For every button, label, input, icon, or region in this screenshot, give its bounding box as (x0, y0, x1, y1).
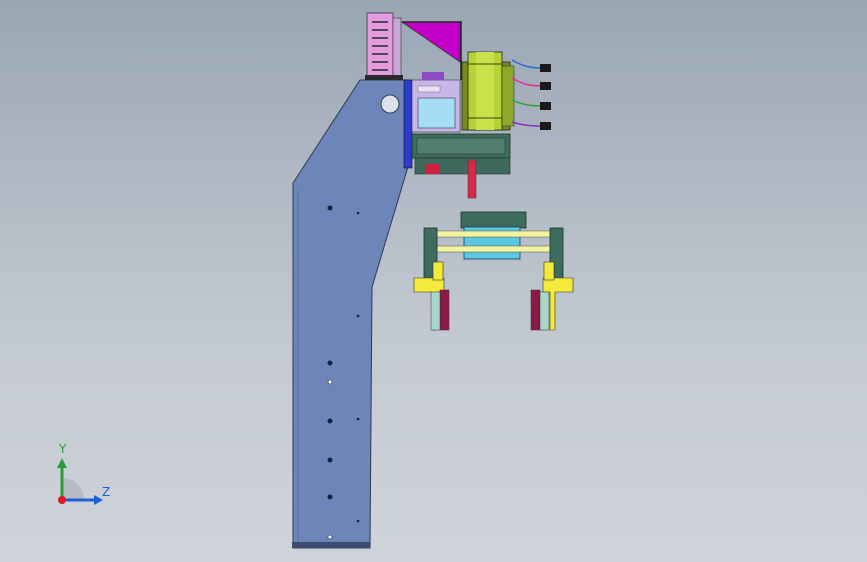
mount-plate (411, 133, 511, 199)
fan-housing (365, 12, 403, 80)
magenta-bracket (400, 21, 462, 80)
motor (461, 51, 515, 131)
robot-arm-model[interactable] (0, 0, 867, 562)
right-finger (530, 261, 574, 331)
arm-plate (292, 79, 411, 549)
blue-rail (403, 79, 413, 169)
cad-viewport[interactable]: Y Z (0, 0, 867, 562)
valve-block (411, 72, 461, 133)
cables (511, 59, 551, 130)
y-axis-label: Y (59, 442, 67, 456)
axis-triad (57, 458, 103, 505)
z-axis-label: Z (102, 485, 111, 499)
gripper (413, 211, 574, 331)
